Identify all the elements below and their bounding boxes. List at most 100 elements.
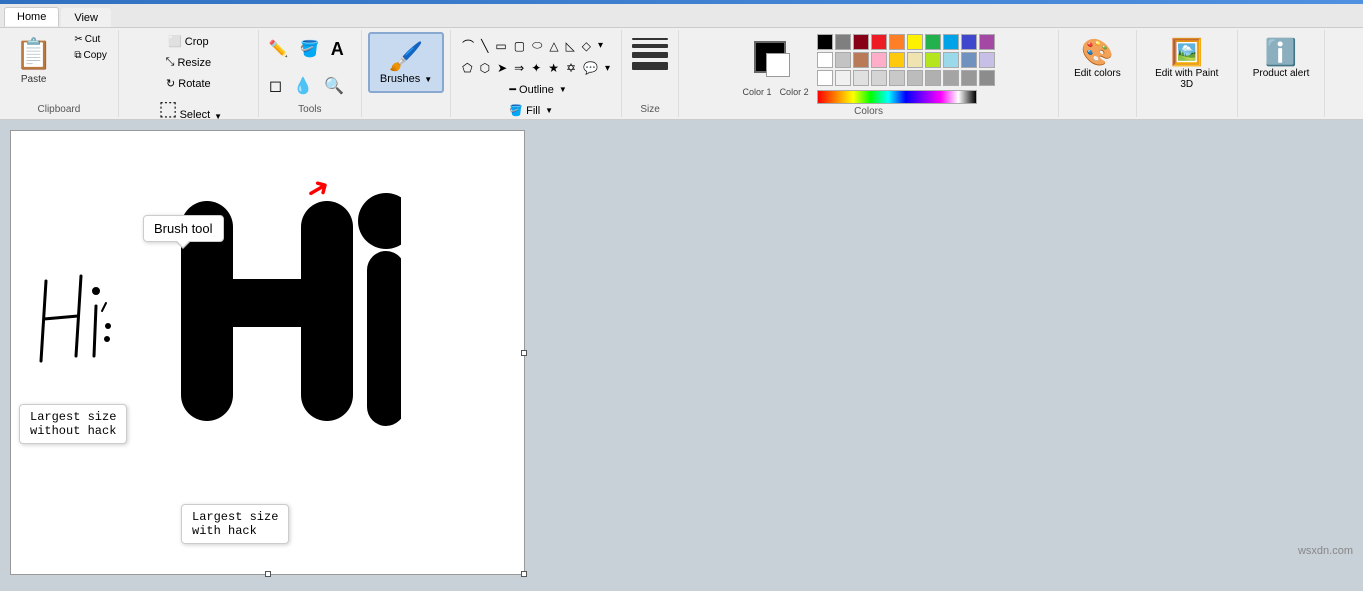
swatch-lime[interactable] (925, 52, 941, 68)
eraser-tool-button[interactable]: ◻ (265, 72, 286, 100)
clipboard-small-btns: ✂ Cut ⧉ Copy (69, 32, 112, 63)
shape-diamond[interactable]: ◇ (579, 34, 594, 57)
swatch-yellow[interactable] (907, 34, 923, 50)
rotate-icon: ↻ (166, 77, 175, 90)
swatch-e7[interactable] (925, 70, 941, 86)
canvas-wrapper: Largest sizewithout hack Largest sizewit… (10, 130, 525, 575)
resize-icon: ⤡ (166, 56, 175, 69)
fill-button[interactable]: 🪣 Fill ▼ (503, 101, 572, 120)
magnifier-button[interactable]: 🔍 (320, 72, 348, 100)
swatch-e10[interactable] (979, 70, 995, 86)
swatch-e2[interactable] (835, 70, 851, 86)
swatch-red[interactable] (871, 34, 887, 50)
swatch-gray[interactable] (835, 34, 851, 50)
paint3d-icon: 🖼️ (1171, 37, 1203, 68)
color-swatches (817, 34, 995, 104)
text-tool-button[interactable]: A (327, 35, 348, 64)
swatch-white[interactable] (817, 52, 833, 68)
swatch-light-gray[interactable] (835, 52, 851, 68)
cut-button[interactable]: ✂ Cut (69, 32, 112, 47)
edit-colors-button[interactable]: 🎨 Edit colors (1065, 32, 1130, 84)
swatch-pink[interactable] (871, 52, 887, 68)
color-picker-button[interactable]: 💧 (289, 72, 317, 100)
size-line-3[interactable] (632, 52, 668, 58)
shape-rect[interactable]: ▭ (492, 34, 509, 57)
drawing-canvas[interactable]: Largest sizewithout hack Largest sizewit… (10, 130, 525, 575)
size-line-4[interactable] (632, 62, 668, 70)
section-colors: Color 1 Color 2 (679, 30, 1059, 117)
swatch-purple[interactable] (979, 34, 995, 50)
swatch-dark-red[interactable] (853, 34, 869, 50)
resize-handle-right-center[interactable] (521, 350, 527, 356)
paste-label: Paste (21, 74, 47, 85)
fill-tool-button[interactable]: 🪣 (296, 35, 324, 63)
swatch-cream[interactable] (907, 52, 923, 68)
shape-star4[interactable]: ✦ (528, 58, 544, 78)
outline-button[interactable]: ━ Outline ▼ (503, 80, 572, 99)
swatch-green[interactable] (925, 34, 941, 50)
swatch-e1[interactable] (817, 70, 833, 86)
section-edit-colors: 🎨 Edit colors (1059, 30, 1137, 117)
swatch-brown[interactable] (853, 52, 869, 68)
swatch-e4[interactable] (871, 70, 887, 86)
shape-hexagon[interactable]: ⬡ (477, 58, 493, 78)
product-alert-button[interactable]: ℹ️ Product alert (1244, 32, 1319, 84)
paste-button[interactable]: 📋 Paste (6, 32, 61, 90)
crop-label: Crop (185, 36, 209, 48)
section-brushes: 🖌️ Brushes ▼ (362, 30, 451, 117)
shape-arrow2[interactable]: ⇒ (511, 58, 527, 78)
swatch-orange[interactable] (889, 34, 905, 50)
shape-bubble[interactable]: 💬 (580, 58, 601, 78)
edit-paint3d-button[interactable]: 🖼️ Edit with Paint 3D (1143, 32, 1231, 95)
tab-home[interactable]: Home (4, 7, 59, 27)
shape-arrow[interactable]: ➤ (494, 58, 510, 78)
resize-button[interactable]: ⤡ Resize (160, 53, 217, 72)
shape-more1[interactable]: ▾ (595, 34, 606, 57)
fill-dropdown-arrow: ▼ (545, 106, 553, 115)
swatch-black[interactable] (817, 34, 833, 50)
swatch-cyan[interactable] (943, 34, 959, 50)
shape-curve[interactable]: ⌒ (459, 34, 477, 57)
swatch-blue[interactable] (961, 34, 977, 50)
copy-label: Copy (84, 50, 107, 61)
swatch-e6[interactable] (907, 70, 923, 86)
color-spectrum[interactable] (817, 90, 977, 104)
copy-button[interactable]: ⧉ Copy (69, 48, 112, 63)
rotate-button[interactable]: ↻ Rotate (160, 74, 217, 93)
colors-main-area: Color 1 Color 2 (743, 34, 995, 104)
size-selector[interactable] (628, 32, 672, 76)
shape-more2[interactable]: ▾ (602, 58, 613, 78)
resize-handle-bottom-right[interactable] (521, 571, 527, 577)
swatch-lavender[interactable] (979, 52, 995, 68)
shape-triangle[interactable]: △ (546, 34, 561, 57)
crop-button[interactable]: ⬜ Crop (162, 32, 215, 51)
shape-ellipse[interactable]: ⬭ (529, 34, 545, 57)
product-alert-label: Product alert (1253, 68, 1310, 79)
swatch-e8[interactable] (943, 70, 959, 86)
shape-line[interactable]: ╲ (478, 34, 491, 57)
shape-star5[interactable]: ★ (545, 58, 562, 78)
shape-rounded-rect[interactable]: ▢ (511, 34, 528, 57)
brushes-label: Brushes (380, 73, 420, 85)
color-row-3 (817, 70, 995, 86)
size-line-1[interactable] (632, 38, 668, 40)
swatch-slate[interactable] (961, 52, 977, 68)
crop-icon: ⬜ (168, 35, 182, 48)
swatch-sky[interactable] (943, 52, 959, 68)
color2-swatch[interactable] (766, 53, 790, 77)
label-without-hack: Largest sizewithout hack (19, 404, 127, 444)
tab-view[interactable]: View (61, 8, 111, 27)
swatch-gold[interactable] (889, 52, 905, 68)
swatch-e3[interactable] (853, 70, 869, 86)
brushes-button[interactable]: 🖌️ Brushes ▼ (368, 32, 444, 93)
shape-pentagon[interactable]: ⬠ (459, 58, 475, 78)
resize-handle-bottom-center[interactable] (265, 571, 271, 577)
size-line-2[interactable] (632, 44, 668, 48)
color-row-2 (817, 52, 995, 68)
section-size: Size (622, 30, 679, 117)
pencil-tool-button[interactable]: ✏️ (265, 35, 293, 63)
swatch-e5[interactable] (889, 70, 905, 86)
shape-right-triangle[interactable]: ◺ (563, 34, 578, 57)
swatch-e9[interactable] (961, 70, 977, 86)
shape-star6[interactable]: ✡ (563, 58, 579, 78)
